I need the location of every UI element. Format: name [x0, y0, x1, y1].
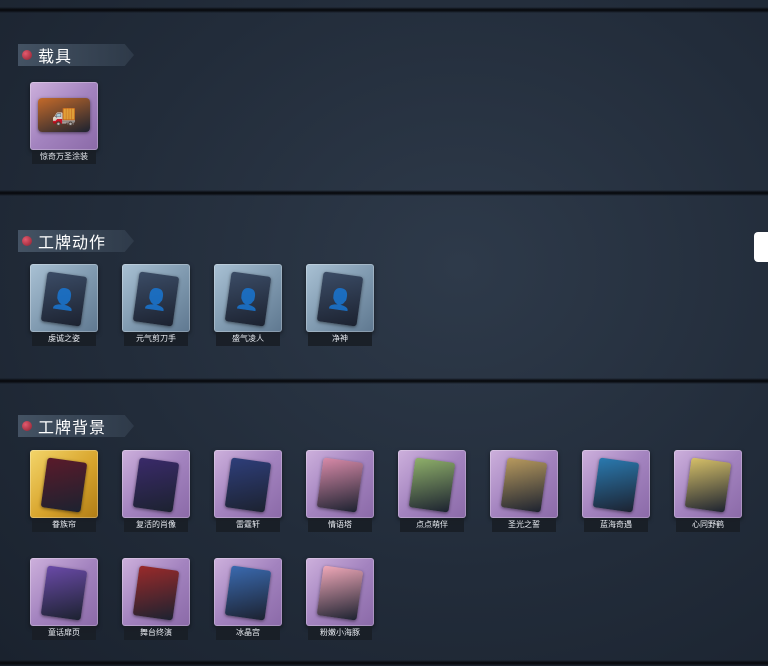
action-item[interactable]: 👤 盛气凌人: [214, 264, 282, 346]
item-label: 情语塔: [308, 518, 372, 532]
background-item[interactable]: 圣光之誓: [490, 450, 558, 532]
section-divider: [0, 7, 768, 13]
vehicle-item[interactable]: 🚚 惊奇万圣涂装: [30, 82, 98, 164]
item-label: 圣光之誓: [492, 518, 556, 532]
curtain-card-icon: [40, 457, 88, 513]
ocean-card-icon: [592, 457, 640, 513]
item-card: [30, 450, 98, 518]
action-item[interactable]: 👤 净神: [306, 264, 374, 346]
section-header-background: 工牌背景: [18, 415, 134, 437]
item-label: 净神: [308, 332, 372, 346]
background-item[interactable]: 童话扉页: [30, 558, 98, 640]
section-divider: [0, 378, 768, 384]
item-card: 👤: [214, 264, 282, 332]
item-card: [398, 450, 466, 518]
background-item[interactable]: 冰晶宫: [214, 558, 282, 640]
item-label: 盛气凌人: [216, 332, 280, 346]
item-card: 👤: [30, 264, 98, 332]
pose-silhouette-icon: 👤: [224, 271, 272, 327]
stage-card-icon: [132, 565, 180, 621]
item-label: 雷霆轩: [216, 518, 280, 532]
section-header-vehicle: 载具: [18, 44, 134, 66]
background-item[interactable]: 雷霆轩: [214, 450, 282, 532]
background-item[interactable]: 蓝海奇遇: [582, 450, 650, 532]
pin-icon: [22, 421, 32, 431]
halloween-truck-icon: 🚚: [38, 98, 90, 132]
item-label: 元气剪刀手: [124, 332, 188, 346]
meadow-card-icon: [408, 457, 456, 513]
item-card: [582, 450, 650, 518]
background-item[interactable]: 情语塔: [306, 450, 374, 532]
item-card: [306, 450, 374, 518]
section-divider: [0, 660, 768, 666]
pink-dolphin-card-icon: [316, 565, 364, 621]
item-card: 👤: [306, 264, 374, 332]
item-label: 冰晶宫: [216, 626, 280, 640]
item-card: [490, 450, 558, 518]
pin-icon: [22, 236, 32, 246]
item-label: 点点萌伴: [400, 518, 464, 532]
item-label: 舞台终演: [124, 626, 188, 640]
background-item[interactable]: 点点萌伴: [398, 450, 466, 532]
item-label: 眷族帘: [32, 518, 96, 532]
item-card: [306, 558, 374, 626]
crane-card-icon: [684, 457, 732, 513]
item-label: 虔诚之姿: [32, 332, 96, 346]
item-card: [122, 558, 190, 626]
action-item[interactable]: 👤 虔诚之姿: [30, 264, 98, 346]
section-title: 工牌背景: [38, 418, 107, 437]
item-card: [30, 558, 98, 626]
pose-silhouette-icon: 👤: [40, 271, 88, 327]
item-card: [214, 558, 282, 626]
background-item[interactable]: 舞台终演: [122, 558, 190, 640]
section-header-action: 工牌动作: [18, 230, 134, 252]
item-card: [214, 450, 282, 518]
section-divider: [0, 190, 768, 196]
item-label: 心同野鹤: [676, 518, 740, 532]
fairytale-card-icon: [40, 565, 88, 621]
background-item[interactable]: 心同野鹤: [674, 450, 742, 532]
section-title: 载具: [38, 47, 73, 66]
pose-silhouette-icon: 👤: [316, 271, 364, 327]
background-item[interactable]: 眷族帘: [30, 450, 98, 532]
item-card: [122, 450, 190, 518]
item-label: 粉嫩小海豚: [308, 626, 372, 640]
background-item[interactable]: 粉嫩小海豚: [306, 558, 374, 640]
portrait-card-icon: [132, 457, 180, 513]
item-label: 惊奇万圣涂装: [32, 150, 96, 164]
item-label: 复活的肖像: [124, 518, 188, 532]
thunder-card-icon: [224, 457, 272, 513]
pose-silhouette-icon: 👤: [132, 271, 180, 327]
section-title: 工牌动作: [38, 233, 107, 252]
item-card: 🚚: [30, 82, 98, 150]
item-card: 👤: [122, 264, 190, 332]
side-panel-tab[interactable]: [754, 232, 768, 262]
action-item[interactable]: 👤 元气剪刀手: [122, 264, 190, 346]
item-label: 蓝海奇遇: [584, 518, 648, 532]
holy-light-card-icon: [500, 457, 548, 513]
pin-icon: [22, 50, 32, 60]
item-label: 童话扉页: [32, 626, 96, 640]
item-card: [674, 450, 742, 518]
tower-card-icon: [316, 457, 364, 513]
background-item[interactable]: 复活的肖像: [122, 450, 190, 532]
ice-palace-card-icon: [224, 565, 272, 621]
